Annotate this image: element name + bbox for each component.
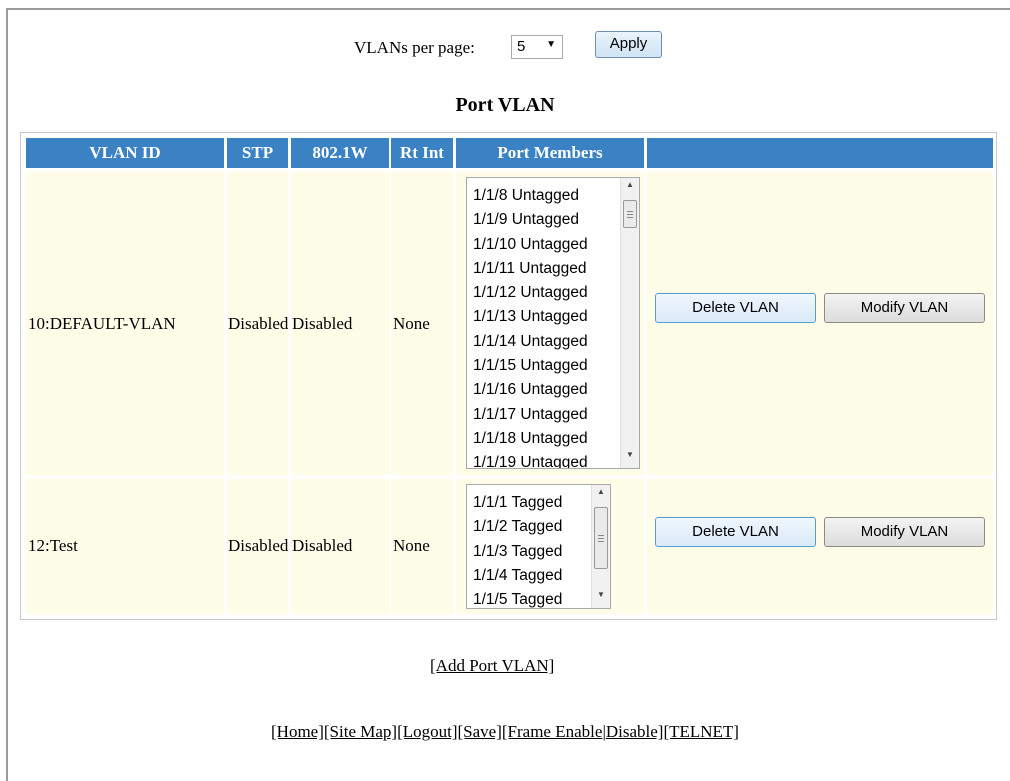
rt-int-cell: None — [393, 536, 430, 555]
scroll-thumb[interactable] — [594, 507, 608, 569]
page-title: Port VLAN — [455, 94, 555, 116]
w8021-cell: Disabled — [292, 314, 353, 333]
vlan-table: VLAN ID STP 802.1W Rt Int Port Members 1… — [20, 132, 997, 620]
telnet-link[interactable]: [TELNET] — [663, 722, 739, 741]
modify-vlan-button[interactable]: Modify VLAN — [824, 293, 985, 323]
table-row: 12:Test — [26, 479, 224, 614]
list-item[interactable]: 1/1/5 Tagged — [473, 588, 562, 608]
port-members-listbox[interactable]: 1/1/1 Tagged 1/1/2 Tagged 1/1/3 Tagged 1… — [466, 484, 611, 609]
actions-cell: Delete VLAN Modify VLAN — [647, 172, 993, 475]
actions-cell: Delete VLAN Modify VLAN — [647, 479, 993, 614]
list-item[interactable]: 1/1/1 Tagged — [473, 491, 562, 515]
site-map-link[interactable]: [Site Map] — [324, 722, 397, 741]
rt-int-cell: None — [393, 314, 430, 333]
list-item[interactable]: 1/1/2 Tagged — [473, 515, 562, 539]
scroll-thumb[interactable] — [623, 200, 637, 228]
list-item[interactable]: 1/1/10 Untagged — [473, 233, 588, 257]
stp-cell-container: Disabled — [227, 479, 288, 614]
per-page-label: VLANs per page: — [354, 38, 475, 57]
delete-vlan-button[interactable]: Delete VLAN — [655, 517, 816, 547]
chevron-down-icon: ▼ — [546, 39, 556, 50]
port-members-items: 1/1/8 Untagged 1/1/9 Untagged 1/1/10 Unt… — [473, 184, 588, 468]
save-link[interactable]: [Save] — [458, 722, 502, 741]
list-item[interactable]: 1/1/12 Untagged — [473, 281, 588, 305]
port-members-listbox[interactable]: 1/1/8 Untagged 1/1/9 Untagged 1/1/10 Unt… — [466, 177, 640, 469]
scrollbar[interactable]: ▲ ▼ — [591, 485, 610, 608]
list-item[interactable]: 1/1/8 Untagged — [473, 184, 588, 208]
home-link[interactable]: [Home] — [271, 722, 324, 741]
rt-int-cell-container: None — [391, 479, 453, 614]
stp-cell-container: Disabled — [227, 172, 288, 475]
w8021-cell-container: Disabled — [291, 479, 389, 614]
list-item[interactable]: 1/1/17 Untagged — [473, 403, 588, 427]
rt-int-cell-container: None — [391, 172, 453, 475]
frame-border-left — [6, 8, 8, 781]
footer-nav: [Home][Site Map][Logout][Save][Frame Ena… — [0, 722, 1010, 742]
header-8021w: 802.1W — [291, 138, 389, 168]
apply-button[interactable]: Apply — [595, 31, 662, 58]
scroll-up-icon[interactable]: ▲ — [621, 180, 639, 196]
scroll-down-icon[interactable]: ▼ — [592, 590, 610, 606]
scroll-up-icon[interactable]: ▲ — [592, 487, 610, 503]
logout-link[interactable]: [Logout] — [397, 722, 457, 741]
header-actions — [647, 138, 993, 168]
header-stp: STP — [227, 138, 288, 168]
list-item[interactable]: 1/1/3 Tagged — [473, 540, 562, 564]
port-members-cell: 1/1/1 Tagged 1/1/2 Tagged 1/1/3 Tagged 1… — [456, 479, 644, 614]
list-item[interactable]: 1/1/9 Untagged — [473, 208, 588, 232]
stp-cell: Disabled — [228, 536, 289, 555]
header-vlan-id: VLAN ID — [26, 138, 224, 168]
port-members-items: 1/1/1 Tagged 1/1/2 Tagged 1/1/3 Tagged 1… — [473, 491, 562, 608]
stp-cell: Disabled — [228, 314, 289, 333]
port-members-cell: 1/1/8 Untagged 1/1/9 Untagged 1/1/10 Unt… — [456, 172, 644, 475]
list-item[interactable]: 1/1/16 Untagged — [473, 378, 588, 402]
list-item[interactable]: 1/1/18 Untagged — [473, 427, 588, 451]
list-item[interactable]: 1/1/4 Tagged — [473, 564, 562, 588]
per-page-value: 5 — [517, 38, 526, 55]
list-item[interactable]: 1/1/13 Untagged — [473, 305, 588, 329]
scroll-down-icon[interactable]: ▼ — [621, 450, 639, 466]
frame-disable-link[interactable]: Disable] — [606, 722, 664, 741]
vlan-id-cell: 10:DEFAULT-VLAN — [28, 314, 176, 333]
header-port-members: Port Members — [456, 138, 644, 168]
list-item[interactable]: 1/1/19 Untagged — [473, 451, 588, 468]
per-page-select[interactable]: 5 ▼ — [511, 35, 563, 59]
delete-vlan-button[interactable]: Delete VLAN — [655, 293, 816, 323]
w8021-cell: Disabled — [292, 536, 353, 555]
add-port-vlan-link[interactable]: [Add Port VLAN] — [430, 656, 554, 676]
modify-vlan-button[interactable]: Modify VLAN — [824, 517, 985, 547]
table-row: 10:DEFAULT-VLAN — [26, 172, 224, 475]
list-item[interactable]: 1/1/14 Untagged — [473, 330, 588, 354]
vlan-id-cell: 12:Test — [28, 536, 78, 555]
header-rt-int: Rt Int — [391, 138, 453, 168]
frame-enable-link[interactable]: [Frame Enable — [502, 722, 603, 741]
scrollbar[interactable]: ▲ ▼ — [620, 178, 639, 468]
list-item[interactable]: 1/1/15 Untagged — [473, 354, 588, 378]
list-item[interactable]: 1/1/11 Untagged — [473, 257, 588, 281]
w8021-cell-container: Disabled — [291, 172, 389, 475]
frame-border-top — [6, 8, 1010, 10]
